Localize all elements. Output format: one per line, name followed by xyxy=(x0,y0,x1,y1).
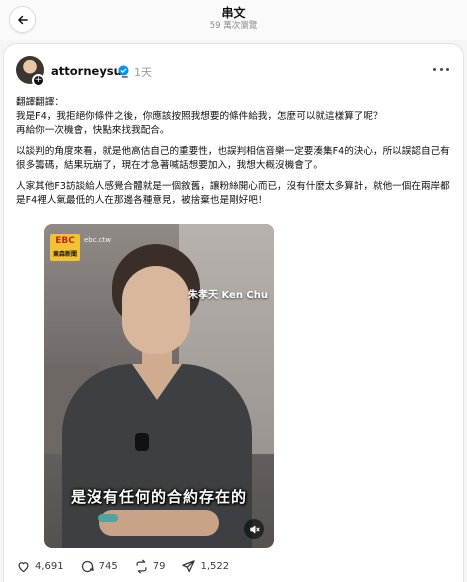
lapel-mic xyxy=(135,433,149,451)
send-icon xyxy=(182,560,196,573)
comment-button[interactable]: 745 xyxy=(80,559,118,574)
name-caption: 朱孝天 Ken Chu xyxy=(187,290,268,301)
like-button[interactable]: 4,691 xyxy=(16,559,64,574)
video-subtitle: 是沒有任何的合約存在的 xyxy=(70,488,247,506)
post-body: 翻譯翻譯： 我是F4，我拒絕你條件之後，你應該按照我想要的條件給我，怎麼可以就這… xyxy=(16,96,456,215)
post-card: + attorneysu_ 1天 翻譯翻譯： 我是F4，我拒絕你條件之後，你應該… xyxy=(3,43,464,582)
share-button[interactable]: 1,522 xyxy=(181,559,229,574)
post-paragraph: 人家其他F3訪談給人感覺合體就是一個敘舊，讓粉絲開心而已，沒有什麼太多算計，就他… xyxy=(16,181,450,206)
verified-badge-icon xyxy=(118,65,129,76)
heart-icon xyxy=(18,562,29,573)
person-hands xyxy=(99,510,219,536)
more-options-icon[interactable] xyxy=(433,62,449,76)
video-media[interactable]: EBC 東森新聞 ebc.ctw 朱孝天 Ken Chu 是沒有任何的合約存在的 xyxy=(44,224,274,548)
repost-count: 79 xyxy=(152,561,166,572)
share-count: 1,522 xyxy=(200,561,230,572)
channel-logo: EBC 東森新聞 xyxy=(50,234,80,261)
top-bar: 串文 59 萬次瀏覽 xyxy=(0,0,467,40)
repost-button[interactable]: 79 xyxy=(134,559,166,574)
view-count: 59 萬次瀏覽 xyxy=(209,21,258,31)
comment-count: 745 xyxy=(98,561,118,572)
post-paragraph: 以談判的角度來看，就是他高估自己的重要性，也誤判相信音樂一定要湊集F4的決心，所… xyxy=(16,146,450,171)
like-count: 4,691 xyxy=(35,561,64,572)
comment-icon xyxy=(81,560,94,573)
logo-sub: 東森新聞 xyxy=(52,251,77,258)
post-time: 1天 xyxy=(134,66,152,79)
speaker-muted-icon xyxy=(249,525,260,533)
logo-main: EBC xyxy=(55,236,75,246)
follow-plus-icon[interactable]: + xyxy=(32,74,45,87)
mute-button[interactable] xyxy=(244,519,264,539)
bead-bracelet xyxy=(98,514,118,522)
post-username[interactable]: attorneysu_ xyxy=(51,64,128,78)
repost-icon xyxy=(136,559,147,574)
post-paragraph: 翻譯翻譯： 我是F4，我拒絕你條件之後，你應該按照我想要的條件給我，怎麼可以就這… xyxy=(16,97,383,136)
channel-tag: ebc.ctw xyxy=(84,236,112,244)
person-face xyxy=(122,266,190,354)
action-bar: 4,691 745 79 1,522 xyxy=(16,559,245,574)
